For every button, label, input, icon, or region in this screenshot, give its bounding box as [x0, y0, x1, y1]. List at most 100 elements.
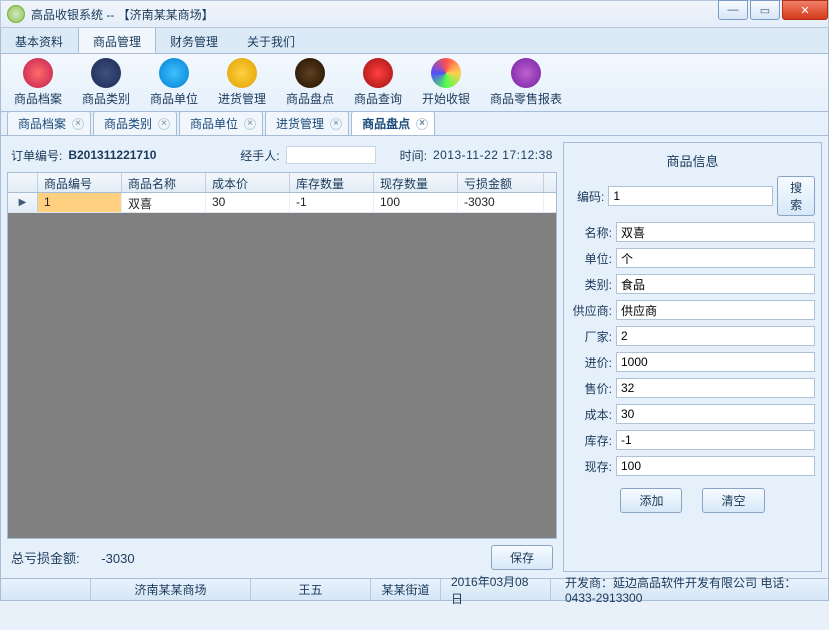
tab-category[interactable]: 商品类别×	[93, 111, 177, 135]
cashier-icon	[431, 58, 461, 88]
category-input[interactable]	[616, 274, 815, 294]
col-loss[interactable]: 亏损金额	[458, 173, 544, 192]
cost-input[interactable]	[616, 404, 815, 424]
order-info-row: 订单编号: B201311221710 经手人: 时间: 2013-11-22 …	[7, 142, 557, 172]
tab-unit[interactable]: 商品单位×	[179, 111, 263, 135]
status-user: 王五	[251, 579, 371, 600]
time-label: 时间:	[400, 147, 427, 164]
grid-footer: 总亏损金额: -3030 保存	[7, 539, 557, 572]
factory-input[interactable]	[616, 326, 815, 346]
query-icon	[363, 58, 393, 88]
row-header-corner	[8, 173, 38, 192]
menu-basic[interactable]: 基本资料	[1, 28, 78, 53]
status-street: 某某街道	[371, 579, 441, 600]
saleprice-input[interactable]	[616, 378, 815, 398]
close-icon[interactable]: ×	[416, 118, 428, 130]
data-grid[interactable]: 商品编号 商品名称 成本价 库存数量 现存数量 亏损金额 ▶ 1 双喜 30 -…	[7, 172, 557, 539]
stock-label: 库存:	[570, 432, 612, 449]
close-icon[interactable]: ×	[244, 118, 256, 130]
tool-purchase[interactable]: 进货管理	[209, 56, 275, 111]
table-row[interactable]: ▶ 1 双喜 30 -1 100 -3030	[8, 193, 556, 213]
tool-purchase-label: 进货管理	[209, 90, 275, 107]
tool-inventory-label: 商品盘点	[277, 90, 343, 107]
code-input[interactable]	[608, 186, 773, 206]
status-dev: 开发商：延边高品软件开发有限公司 电话：0433-2913300	[551, 579, 828, 600]
window-controls: — ▭ ✕	[716, 0, 828, 20]
menu-about[interactable]: 关于我们	[233, 28, 310, 53]
toolbar: 商品档案 商品类别 商品单位 进货管理 商品盘点 商品查询 开始收银 商品零售报…	[0, 54, 829, 112]
unit-input[interactable]	[616, 248, 815, 268]
name-input[interactable]	[616, 222, 815, 242]
tool-cashier-label: 开始收银	[413, 90, 479, 107]
save-button[interactable]: 保存	[491, 545, 553, 570]
time-value: 2013-11-22 17:12:38	[433, 148, 553, 162]
close-icon[interactable]: ×	[72, 118, 84, 130]
tool-unit-label: 商品单位	[141, 90, 207, 107]
current-input[interactable]	[616, 456, 815, 476]
col-stock[interactable]: 库存数量	[290, 173, 374, 192]
cell-id[interactable]: 1	[38, 193, 122, 212]
code-label: 编码:	[570, 188, 604, 205]
cell-current[interactable]: 100	[374, 193, 458, 212]
supplier-input[interactable]	[616, 300, 815, 320]
maximize-button[interactable]: ▭	[750, 0, 780, 20]
tab-inventory[interactable]: 商品盘点×	[351, 111, 435, 135]
report-icon	[511, 58, 541, 88]
left-pane: 订单编号: B201311221710 经手人: 时间: 2013-11-22 …	[7, 142, 557, 572]
cell-stock[interactable]: -1	[290, 193, 374, 212]
tool-category[interactable]: 商品类别	[73, 56, 139, 111]
status-shop: 济南某某商场	[91, 579, 251, 600]
col-id[interactable]: 商品编号	[38, 173, 122, 192]
clear-button[interactable]: 清空	[702, 488, 764, 513]
category-label: 类别:	[570, 276, 612, 293]
menu-product[interactable]: 商品管理	[78, 28, 156, 53]
current-label: 现存:	[570, 458, 612, 475]
titlebar: 高品收银系统 -- 【济南某某商场】 — ▭ ✕	[0, 0, 829, 28]
purchase-icon	[227, 58, 257, 88]
status-bar: 济南某某商场 王五 某某街道 2016年03月08日 开发商：延边高品软件开发有…	[0, 579, 829, 601]
tool-unit[interactable]: 商品单位	[141, 56, 207, 111]
tab-archive[interactable]: 商品档案×	[7, 111, 91, 135]
main-menu: 基本资料 商品管理 财务管理 关于我们	[0, 28, 829, 54]
order-no-label: 订单编号:	[11, 147, 62, 164]
unit-label: 单位:	[570, 250, 612, 267]
inprice-input[interactable]	[616, 352, 815, 372]
cell-loss[interactable]: -3030	[458, 193, 544, 212]
name-label: 名称:	[570, 224, 612, 241]
document-tabs: 商品档案× 商品类别× 商品单位× 进货管理× 商品盘点×	[0, 112, 829, 136]
col-current[interactable]: 现存数量	[374, 173, 458, 192]
handler-input[interactable]	[286, 146, 376, 164]
col-name[interactable]: 商品名称	[122, 173, 206, 192]
handler-label: 经手人:	[240, 147, 279, 164]
tab-purchase[interactable]: 进货管理×	[265, 111, 349, 135]
cell-cost[interactable]: 30	[206, 193, 290, 212]
window-title: 高品收银系统 -- 【济南某某商场】	[31, 6, 214, 23]
tool-inventory[interactable]: 商品盘点	[277, 56, 343, 111]
tool-query[interactable]: 商品查询	[345, 56, 411, 111]
tool-category-label: 商品类别	[73, 90, 139, 107]
tool-report[interactable]: 商品零售报表	[481, 56, 571, 111]
total-loss-label: 总亏损金额:	[11, 551, 80, 566]
panel-title: 商品信息	[570, 147, 815, 176]
tool-query-label: 商品查询	[345, 90, 411, 107]
status-date: 2016年03月08日	[441, 579, 551, 600]
factory-label: 厂家:	[570, 328, 612, 345]
cell-name[interactable]: 双喜	[122, 193, 206, 212]
menu-finance[interactable]: 财务管理	[156, 28, 233, 53]
close-icon[interactable]: ×	[158, 118, 170, 130]
close-icon[interactable]: ×	[330, 118, 342, 130]
stock-input[interactable]	[616, 430, 815, 450]
minimize-button[interactable]: —	[718, 0, 748, 20]
tool-archive[interactable]: 商品档案	[5, 56, 71, 111]
grid-body: ▶ 1 双喜 30 -1 100 -3030	[8, 193, 556, 213]
work-area: 订单编号: B201311221710 经手人: 时间: 2013-11-22 …	[0, 136, 829, 579]
col-cost[interactable]: 成本价	[206, 173, 290, 192]
inprice-label: 进价:	[570, 354, 612, 371]
search-button[interactable]: 搜索	[777, 176, 815, 216]
saleprice-label: 售价:	[570, 380, 612, 397]
add-button[interactable]: 添加	[620, 488, 682, 513]
form-actions: 添加 清空	[570, 488, 815, 513]
tool-cashier[interactable]: 开始收银	[413, 56, 479, 111]
total-loss-value: -3030	[101, 551, 134, 566]
close-button[interactable]: ✕	[782, 0, 828, 20]
